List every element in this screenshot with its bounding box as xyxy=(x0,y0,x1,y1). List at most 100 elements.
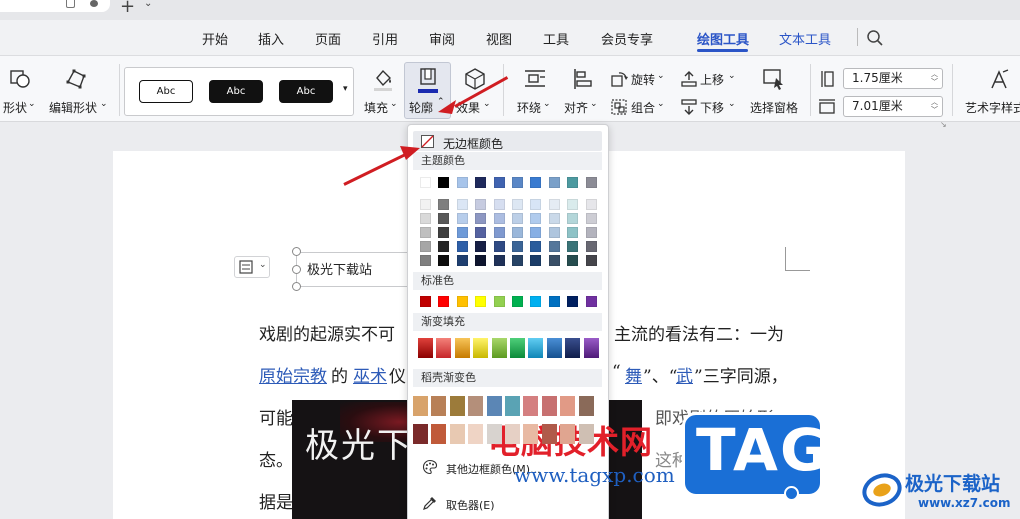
shell-gradient-swatch[interactable] xyxy=(431,424,447,444)
theme-shade-swatch[interactable] xyxy=(420,241,431,252)
theme-shade-swatch[interactable] xyxy=(585,227,597,238)
dialog-launcher-icon[interactable]: ↘ xyxy=(940,120,947,129)
tab-review[interactable]: 审阅 xyxy=(429,29,455,48)
gallery-more-icon[interactable]: ▾ xyxy=(343,84,348,94)
theme-shade-swatch[interactable] xyxy=(438,241,450,252)
standard-color-swatch[interactable] xyxy=(567,296,579,307)
theme-shade-swatch[interactable] xyxy=(475,255,487,266)
no-border-color-label[interactable]: 无边框颜色 xyxy=(443,135,503,152)
theme-shade-swatch[interactable] xyxy=(420,227,431,238)
wordart-label[interactable]: 艺术字样式 xyxy=(965,99,1020,116)
theme-color-swatch[interactable] xyxy=(548,177,560,188)
gradient-fill-swatch[interactable] xyxy=(546,338,562,358)
shell-gradient-swatch[interactable] xyxy=(505,396,520,416)
theme-shade-swatch[interactable] xyxy=(548,213,560,224)
shell-gradient-swatch[interactable] xyxy=(560,396,576,416)
gradient-fill-swatch[interactable] xyxy=(565,338,581,358)
theme-shade-swatch[interactable] xyxy=(493,199,505,210)
gradient-fill-swatch[interactable] xyxy=(418,338,433,358)
theme-shade-swatch[interactable] xyxy=(585,255,597,266)
gradient-fill-swatch[interactable] xyxy=(583,338,599,358)
eyedropper-item[interactable]: 取色器(E) xyxy=(446,497,495,513)
tab-insert[interactable]: 插入 xyxy=(258,29,284,48)
shape-label[interactable]: 形状 xyxy=(3,99,27,116)
theme-color-swatch[interactable] xyxy=(456,177,468,188)
textbox-text[interactable]: 极光下载站 xyxy=(307,259,372,278)
shell-gradient-swatch[interactable] xyxy=(486,396,502,416)
wrap-label[interactable]: 环绕 xyxy=(517,99,541,116)
theme-shade-swatch[interactable] xyxy=(530,241,542,252)
theme-shade-swatch[interactable] xyxy=(512,213,523,224)
gradient-fill-swatch[interactable] xyxy=(491,338,507,358)
send-backward-label[interactable]: 下移 xyxy=(700,99,724,116)
shell-gradient-swatch[interactable] xyxy=(486,424,502,444)
chevron-down-icon[interactable]: ⌄ xyxy=(543,99,551,109)
chevron-down-icon[interactable]: ⌄ xyxy=(483,99,491,109)
theme-color-swatch[interactable] xyxy=(438,177,450,188)
standard-color-swatch[interactable] xyxy=(456,296,468,307)
edit-shape-label[interactable]: 编辑形状 xyxy=(49,99,97,116)
chevron-down-icon[interactable]: ⌄ xyxy=(144,0,152,9)
link-witchcraft[interactable]: 巫术 xyxy=(353,362,387,387)
spinner-arrows-icon[interactable]: ︿ ﹀ xyxy=(931,98,938,114)
theme-shade-swatch[interactable] xyxy=(438,255,450,266)
fill-bucket-icon[interactable] xyxy=(371,66,395,92)
send-backward-icon[interactable] xyxy=(680,98,698,116)
shell-gradient-swatch[interactable] xyxy=(468,396,484,416)
group-icon[interactable] xyxy=(610,98,628,116)
shell-gradient-swatch[interactable] xyxy=(578,424,594,444)
tab-text-tools[interactable]: 文本工具 xyxy=(779,29,831,48)
tab-start[interactable]: 开始 xyxy=(202,29,228,48)
selection-pane-icon[interactable] xyxy=(762,67,786,91)
theme-shade-swatch[interactable] xyxy=(456,227,468,238)
theme-shade-swatch[interactable] xyxy=(475,199,487,210)
tab-page[interactable]: 页面 xyxy=(315,29,341,48)
gradient-fill-swatch[interactable] xyxy=(436,338,452,358)
fill-label[interactable]: 填充 xyxy=(364,99,388,116)
theme-shade-swatch[interactable] xyxy=(493,255,505,266)
theme-shade-swatch[interactable] xyxy=(548,227,560,238)
chevron-down-icon[interactable]: ⌄ xyxy=(728,71,736,81)
resize-handle[interactable] xyxy=(292,282,301,291)
standard-color-swatch[interactable] xyxy=(420,296,431,307)
link-primitive-religion[interactable]: 原始宗教 xyxy=(259,362,327,387)
chevron-down-icon[interactable]: ⌄ xyxy=(657,71,665,81)
standard-color-swatch[interactable] xyxy=(530,296,542,307)
rotate-label[interactable]: 旋转 xyxy=(631,71,655,88)
no-border-color-item[interactable] xyxy=(413,131,602,151)
theme-shade-swatch[interactable] xyxy=(585,241,597,252)
tab-dot-icon[interactable] xyxy=(90,0,98,7)
theme-shade-swatch[interactable] xyxy=(530,255,542,266)
bring-forward-icon[interactable] xyxy=(680,70,698,88)
theme-color-swatch[interactable] xyxy=(475,177,487,188)
shape-icon[interactable] xyxy=(8,66,32,90)
layout-options-button[interactable]: ⌄ xyxy=(234,256,270,278)
theme-shade-swatch[interactable] xyxy=(420,199,431,210)
theme-shade-swatch[interactable] xyxy=(585,213,597,224)
gradient-fill-swatch[interactable] xyxy=(454,338,470,358)
outline-label[interactable]: 轮廓 xyxy=(409,99,433,116)
theme-color-swatch[interactable] xyxy=(420,177,431,188)
shell-gradient-swatch[interactable] xyxy=(523,424,539,444)
theme-shade-swatch[interactable] xyxy=(456,241,468,252)
link-martial[interactable]: 武 xyxy=(676,362,693,387)
theme-shade-swatch[interactable] xyxy=(567,213,579,224)
theme-color-swatch[interactable] xyxy=(493,177,505,188)
theme-shade-swatch[interactable] xyxy=(530,199,542,210)
align-label[interactable]: 对齐 xyxy=(564,99,588,116)
theme-shade-swatch[interactable] xyxy=(530,213,542,224)
theme-shade-swatch[interactable] xyxy=(456,199,468,210)
shell-gradient-swatch[interactable] xyxy=(541,396,557,416)
spinner-arrows-icon[interactable]: ︿ ﹀ xyxy=(931,70,938,86)
theme-shade-swatch[interactable] xyxy=(438,199,450,210)
tab-tools[interactable]: 工具 xyxy=(543,29,569,48)
theme-shade-swatch[interactable] xyxy=(548,255,560,266)
shape-style-2[interactable]: Abc xyxy=(209,80,263,103)
bring-forward-label[interactable]: 上移 xyxy=(700,71,724,88)
phone-icon[interactable] xyxy=(66,0,75,8)
theme-color-swatch[interactable] xyxy=(512,177,523,188)
align-icon[interactable] xyxy=(571,67,595,91)
theme-shade-swatch[interactable] xyxy=(512,241,523,252)
shell-gradient-swatch[interactable] xyxy=(413,424,428,444)
theme-color-swatch[interactable] xyxy=(567,177,579,188)
